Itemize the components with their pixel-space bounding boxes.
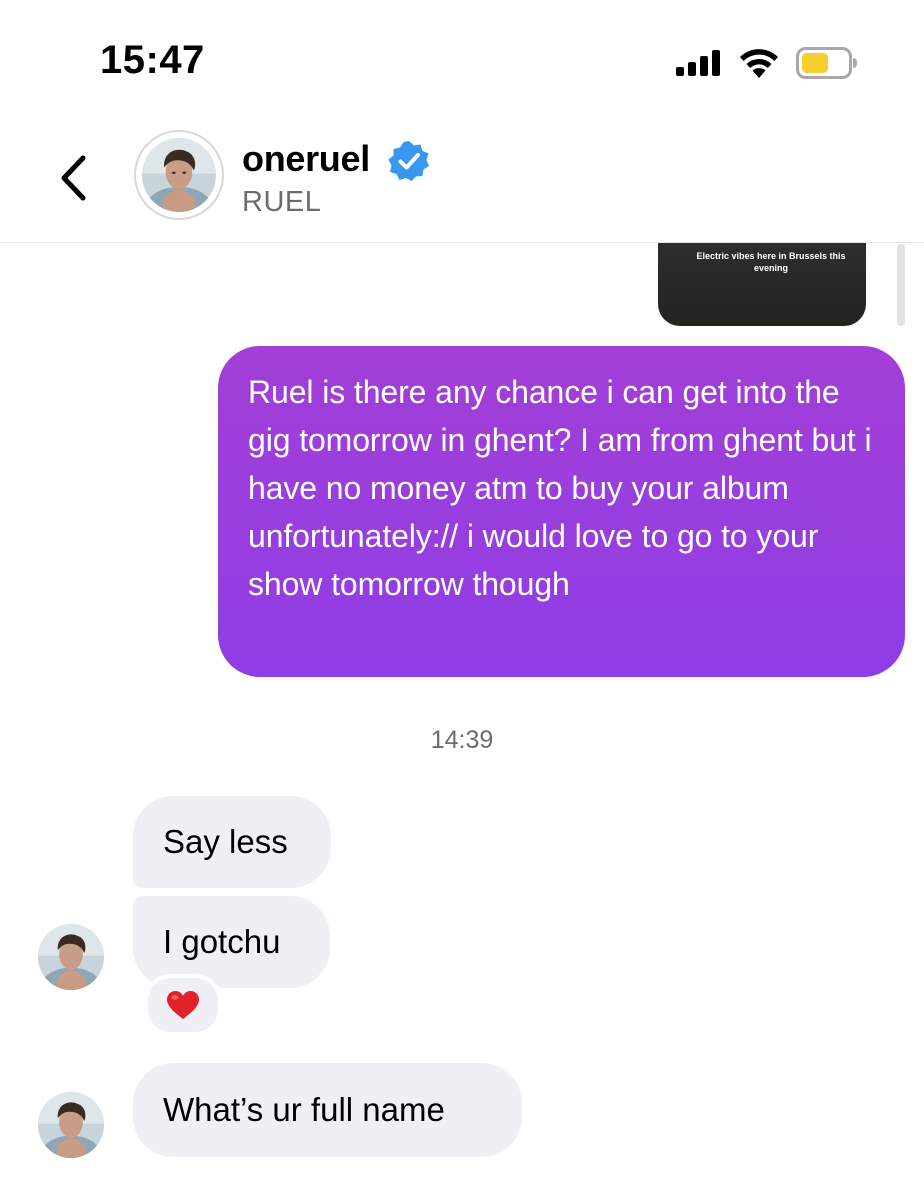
shared-story-caption: Electric vibes here in Brussels this eve… xyxy=(696,251,846,273)
header-subtitle: RUEL xyxy=(242,186,322,218)
outgoing-message-bubble[interactable]: Ruel is there any chance i can get into … xyxy=(218,346,905,677)
sender-avatar[interactable] xyxy=(38,1092,104,1158)
shared-story-card[interactable]: Electric vibes here in Brussels this eve… xyxy=(658,243,866,326)
message-timestamp: 14:39 xyxy=(430,726,494,754)
wifi-icon xyxy=(740,49,778,78)
sender-avatar[interactable] xyxy=(38,924,104,990)
back-button[interactable] xyxy=(52,150,96,206)
battery-low-power-icon xyxy=(796,47,857,79)
incoming-message-bubble[interactable]: What’s ur full name xyxy=(133,1063,522,1157)
cellular-signal-icon xyxy=(676,50,720,76)
heart-reaction[interactable] xyxy=(144,974,222,1036)
header-username[interactable]: oneruel xyxy=(242,138,370,180)
sender-photo xyxy=(38,1092,104,1158)
status-time: 15:47 xyxy=(100,38,205,82)
incoming-message-bubble[interactable]: Say less xyxy=(133,796,331,888)
scrollbar[interactable] xyxy=(897,244,905,326)
sender-photo xyxy=(38,924,104,990)
profile-photo xyxy=(142,138,216,212)
profile-avatar[interactable] xyxy=(134,130,224,220)
heart-icon xyxy=(167,991,199,1019)
verified-badge-icon xyxy=(388,141,429,181)
